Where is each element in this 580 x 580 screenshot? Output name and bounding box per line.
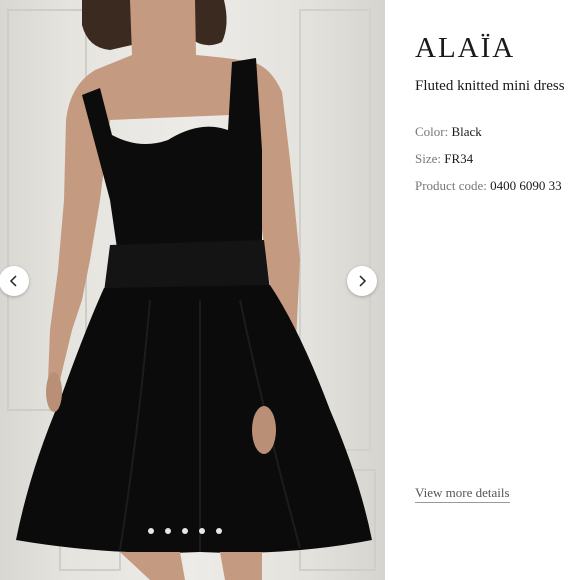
size-label: Size: [415, 151, 441, 166]
previous-image-button[interactable] [0, 266, 29, 296]
product-photo [7, 0, 376, 580]
color-label: Color: [415, 124, 449, 139]
chevron-right-icon [359, 275, 367, 287]
code-value: 0400 6090 33 [490, 178, 562, 193]
size-value: FR34 [444, 151, 474, 166]
carousel-dots [148, 528, 222, 534]
next-image-button[interactable] [347, 266, 377, 296]
carousel-dot-3[interactable] [182, 528, 188, 534]
view-more-details-link[interactable]: View more details [415, 485, 510, 503]
chevron-left-icon [9, 275, 17, 287]
carousel-dot-2[interactable] [165, 528, 171, 534]
product-title: Fluted knitted mini dress [415, 78, 565, 94]
carousel-dot-5[interactable] [216, 528, 222, 534]
product-size: Size: FR34 [415, 151, 473, 167]
carousel-dot-1[interactable] [148, 528, 154, 534]
code-label: Product code: [415, 178, 487, 193]
brand-name: ALAÏA [415, 32, 516, 64]
color-value: Black [451, 124, 482, 139]
product-code: Product code: 0400 6090 33 [415, 178, 562, 194]
product-info-panel: ALAÏA Fluted knitted mini dress Color: B… [386, 0, 580, 580]
product-image-gallery [0, 0, 385, 580]
carousel-dot-4[interactable] [199, 528, 205, 534]
product-color: Color: Black [415, 124, 482, 140]
